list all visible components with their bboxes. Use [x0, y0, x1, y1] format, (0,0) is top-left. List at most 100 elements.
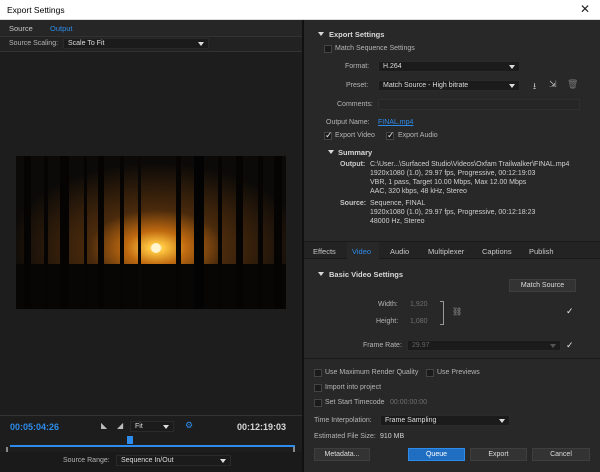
- export-settings-collapse-icon[interactable]: [318, 32, 324, 36]
- frame-rate-value: 29.97: [412, 342, 430, 349]
- chevron-down-icon: [509, 84, 515, 88]
- match-sequence-label: Match Sequence Settings: [335, 45, 415, 52]
- playhead[interactable]: [126, 436, 133, 444]
- preset-value: Match Source - High bitrate: [383, 82, 469, 89]
- summary-source-line: 1920x1080 (1.0), 29.97 fps, Progressive,…: [370, 209, 536, 216]
- use-previews-checkbox[interactable]: [426, 369, 434, 377]
- format-dropdown[interactable]: H.264: [378, 61, 520, 72]
- preset-dropdown[interactable]: Match Source - High bitrate: [378, 80, 520, 91]
- time-interp-value: Frame Sampling: [385, 417, 437, 424]
- divider: [304, 358, 600, 359]
- max-render-checkbox[interactable]: [314, 369, 322, 377]
- mark-in-icon[interactable]: ◣: [101, 421, 107, 430]
- settings-tabs: Effects Video Audio Multiplexer Captions…: [304, 241, 600, 260]
- start-timecode[interactable]: 00:05:04:26: [10, 422, 59, 432]
- zoom-dropdown[interactable]: Fit: [130, 421, 174, 432]
- source-scaling-label: Source Scaling:: [9, 40, 59, 47]
- summary-source-line: 48000 Hz, Stereo: [370, 218, 425, 225]
- frame-rate-label: Frame Rate:: [363, 342, 402, 349]
- source-output-tabs: Source Output: [0, 20, 302, 37]
- summary-collapse-icon[interactable]: [328, 150, 334, 154]
- start-timecode-label: Set Start Timecode: [325, 399, 385, 406]
- source-scaling-dropdown[interactable]: Scale To Fit: [63, 38, 209, 49]
- chevron-down-icon: [198, 42, 204, 46]
- summary-output-line: VBR, 1 pass, Target 10.00 Mbps, Max 12.0…: [370, 179, 527, 186]
- chevron-down-icon: [499, 419, 505, 423]
- title-bar: Export Settings ✕: [0, 0, 600, 20]
- export-settings-header: Export Settings: [329, 30, 385, 39]
- cancel-button[interactable]: Cancel: [532, 448, 590, 461]
- max-render-label: Use Maximum Render Quality: [325, 369, 419, 376]
- summary-source-label: Source:: [340, 200, 367, 207]
- settings-icon[interactable]: ⚙: [185, 420, 193, 431]
- queue-button[interactable]: Queue: [408, 448, 465, 461]
- tab-source[interactable]: Source: [9, 24, 33, 33]
- delete-preset-icon[interactable]: 🗑: [567, 79, 578, 90]
- match-source-button[interactable]: Match Source: [509, 279, 576, 292]
- summary-header: Summary: [338, 148, 373, 157]
- metadata-button[interactable]: Metadata...: [314, 448, 370, 461]
- use-previews-label: Use Previews: [437, 369, 480, 376]
- summary-output-label: Output:: [340, 161, 366, 168]
- file-size-label: Estimated File Size:: [314, 433, 376, 440]
- height-label: Height:: [376, 318, 399, 325]
- tab-video[interactable]: Video: [352, 247, 371, 256]
- preset-label: Preset:: [346, 82, 369, 89]
- source-range-row: Source Range: Sequence In/Out: [0, 452, 302, 472]
- mark-out-icon[interactable]: ◢: [117, 421, 123, 430]
- chain-link-icon[interactable]: ⛓: [452, 307, 462, 316]
- export-button[interactable]: Export: [470, 448, 527, 461]
- tab-audio[interactable]: Audio: [390, 247, 409, 256]
- width-label: Width:: [378, 301, 398, 308]
- tab-effects[interactable]: Effects: [313, 247, 336, 256]
- format-label: Format:: [345, 63, 370, 70]
- chevron-down-icon: [163, 425, 169, 429]
- source-range-label: Source Range:: [63, 457, 110, 464]
- summary-output-line: C:\User...\Surfaced Studio\Videos\Oxfam …: [370, 161, 570, 168]
- source-scaling-row: Source Scaling: Scale To Fit: [0, 37, 302, 52]
- tab-captions[interactable]: Captions: [482, 247, 512, 256]
- chevron-down-icon: [509, 65, 515, 69]
- import-project-label: Import into project: [325, 384, 382, 391]
- link-bracket: [440, 301, 444, 325]
- window-title: Export Settings: [7, 5, 65, 15]
- checkmark-icon[interactable]: ✓: [566, 340, 574, 351]
- basic-video-collapse-icon[interactable]: [318, 272, 324, 276]
- chevron-down-icon: [220, 459, 226, 463]
- width-value[interactable]: 1,920: [410, 301, 428, 308]
- zoom-value: Fit: [135, 423, 143, 430]
- import-preset-icon[interactable]: ⇲: [549, 79, 557, 90]
- start-timecode-value[interactable]: 00:00:00:00: [390, 399, 427, 406]
- export-video-label: Export Video: [335, 132, 375, 139]
- height-value[interactable]: 1,080: [410, 318, 428, 325]
- video-preview: [16, 156, 286, 309]
- save-preset-icon[interactable]: ⭳: [533, 79, 536, 95]
- close-icon[interactable]: ✕: [580, 2, 590, 16]
- summary-output-line: AAC, 320 kbps, 48 kHz, Stereo: [370, 188, 467, 195]
- checkmark-icon[interactable]: ✓: [566, 306, 574, 317]
- source-range-value: Sequence In/Out: [121, 457, 174, 464]
- match-sequence-checkbox[interactable]: [324, 45, 332, 53]
- source-range-dropdown[interactable]: Sequence In/Out: [116, 455, 231, 466]
- tab-publish[interactable]: Publish: [529, 247, 554, 256]
- source-scaling-value: Scale To Fit: [68, 40, 105, 47]
- start-timecode-checkbox[interactable]: [314, 399, 322, 407]
- export-audio-checkbox[interactable]: [386, 130, 395, 141]
- preview-image: [16, 156, 286, 309]
- format-value: H.264: [383, 63, 402, 70]
- import-project-checkbox[interactable]: [314, 384, 322, 392]
- basic-video-header: Basic Video Settings: [329, 270, 404, 279]
- export-audio-label: Export Audio: [398, 132, 438, 139]
- comments-input[interactable]: [378, 99, 580, 110]
- summary-output-line: 1920x1080 (1.0), 29.97 fps, Progressive,…: [370, 170, 536, 177]
- time-interp-label: Time Interpolation:: [314, 417, 372, 424]
- output-name-link[interactable]: FINAL.mp4: [378, 119, 413, 126]
- file-size-value: 910 MB: [380, 433, 405, 440]
- tab-output[interactable]: Output: [50, 24, 73, 33]
- frame-rate-dropdown[interactable]: 29.97: [407, 340, 561, 351]
- tab-multiplexer[interactable]: Multiplexer: [428, 247, 464, 256]
- timeline-bar: 00:05:04:26 ◣ ◢ Fit ⚙ 00:12:19:03: [0, 415, 302, 452]
- timeline-track[interactable]: [10, 445, 295, 447]
- export-video-checkbox[interactable]: [324, 130, 333, 141]
- time-interp-dropdown[interactable]: Frame Sampling: [380, 415, 510, 426]
